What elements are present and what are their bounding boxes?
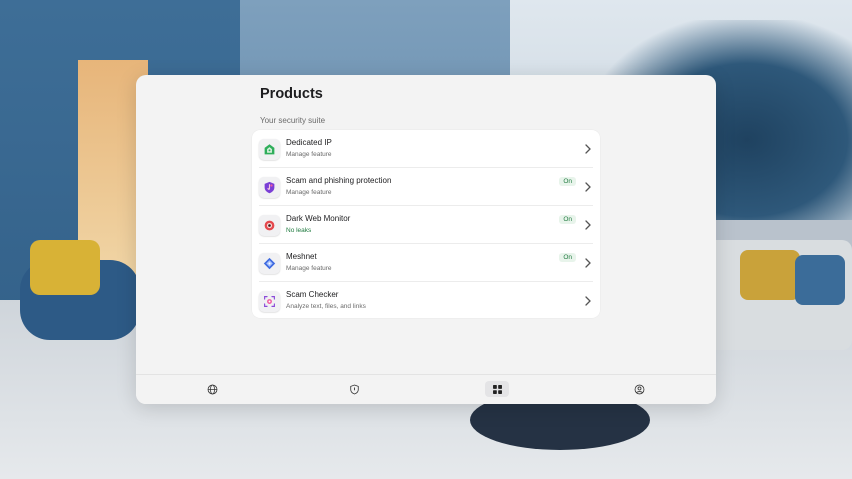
globe-icon <box>207 384 217 394</box>
shield-hook-icon <box>259 177 280 198</box>
product-subtitle: Manage feature <box>286 265 332 272</box>
section-label: Your security suite <box>260 116 326 125</box>
product-name: Dedicated IP <box>286 138 332 147</box>
product-name: Scam Checker <box>286 290 339 299</box>
product-subtitle: No leaks <box>286 227 312 234</box>
product-item-meshnet[interactable]: Meshnet Manage feature On <box>252 244 600 282</box>
products-list: Dedicated IP Manage feature Scam and phi… <box>252 130 600 318</box>
status-badge: On <box>559 215 576 224</box>
status-badge: On <box>559 253 576 262</box>
shield-icon <box>349 384 359 394</box>
product-subtitle: Analyze text, files, and links <box>286 303 366 310</box>
chevron-right-icon <box>585 258 591 268</box>
bottom-nav <box>136 374 716 404</box>
mesh-diamond-icon <box>259 253 280 274</box>
product-name: Dark Web Monitor <box>286 214 351 223</box>
chevron-right-icon <box>585 296 591 306</box>
product-name: Scam and phishing protection <box>286 176 392 185</box>
nav-products[interactable] <box>485 381 509 397</box>
nav-profile[interactable] <box>627 381 651 397</box>
product-item-dark-web-monitor[interactable]: Dark Web Monitor No leaks On <box>252 206 600 244</box>
profile-icon <box>634 384 644 394</box>
grid-icon <box>492 384 502 394</box>
status-badge: On <box>559 177 576 186</box>
product-item-scam-checker[interactable]: Scam Checker Analyze text, files, and li… <box>252 282 600 320</box>
page-title: Products <box>260 86 323 102</box>
chevron-right-icon <box>585 182 591 192</box>
nav-globe[interactable] <box>200 381 224 397</box>
chevron-right-icon <box>585 144 591 154</box>
product-item-scam-phishing-protection[interactable]: Scam and phishing protection Manage feat… <box>252 168 600 206</box>
product-subtitle: Manage feature <box>286 189 332 196</box>
app-window: Products Your security suite Dedicated I… <box>136 75 716 404</box>
chevron-right-icon <box>585 220 591 230</box>
product-name: Meshnet <box>286 252 317 261</box>
product-item-dedicated-ip[interactable]: Dedicated IP Manage feature <box>252 130 600 168</box>
scan-face-icon <box>259 291 280 312</box>
nav-shield[interactable] <box>342 381 366 397</box>
product-subtitle: Manage feature <box>286 151 332 158</box>
eye-icon <box>259 215 280 236</box>
house-shield-icon <box>259 139 280 160</box>
